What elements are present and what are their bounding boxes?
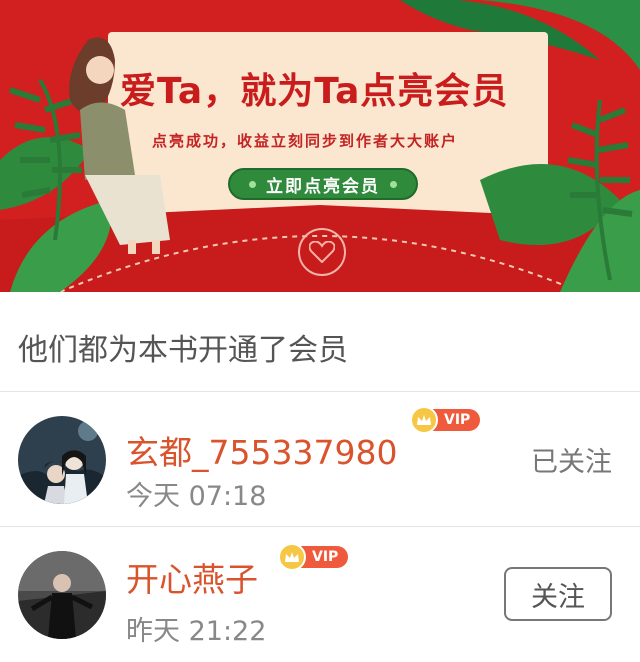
section-title: 他们都为本书开通了会员 xyxy=(0,292,640,392)
banner-subtitle: 点亮成功，收益立刻同步到作者大大账户 xyxy=(152,132,459,150)
member-name[interactable]: 玄都_755337980 xyxy=(126,426,397,474)
join-time: 今天 07:18 xyxy=(126,481,267,512)
avatar[interactable] xyxy=(18,416,106,504)
dot-icon xyxy=(249,180,256,188)
member-row[interactable]: 玄都_755337980 VIP 今天 07:18 已关注 xyxy=(0,392,640,527)
heart-seal-icon xyxy=(298,228,346,276)
followed-status[interactable]: 已关注 xyxy=(531,440,612,479)
join-time: 昨天 21:22 xyxy=(126,616,267,647)
member-row[interactable]: 开心燕子 VIP 昨天 21:22 关注 xyxy=(0,527,640,662)
promo-banner[interactable]: 爱Ta，就为Ta点亮会员 点亮成功，收益立刻同步到作者大大账户 立即点亮会员 xyxy=(0,0,640,292)
avatar[interactable] xyxy=(18,551,106,639)
vip-badge: VIP xyxy=(410,406,481,434)
crown-icon xyxy=(278,543,306,571)
dot-icon xyxy=(390,180,397,188)
vip-badge: VIP xyxy=(278,543,349,571)
light-up-membership-button[interactable]: 立即点亮会员 xyxy=(228,168,418,200)
banner-title: 爱Ta，就为Ta点亮会员 xyxy=(120,71,509,112)
member-name[interactable]: 开心燕子 xyxy=(126,553,258,601)
cta-label: 立即点亮会员 xyxy=(266,176,380,197)
follow-button[interactable]: 关注 xyxy=(504,567,612,621)
crown-icon xyxy=(410,406,438,434)
